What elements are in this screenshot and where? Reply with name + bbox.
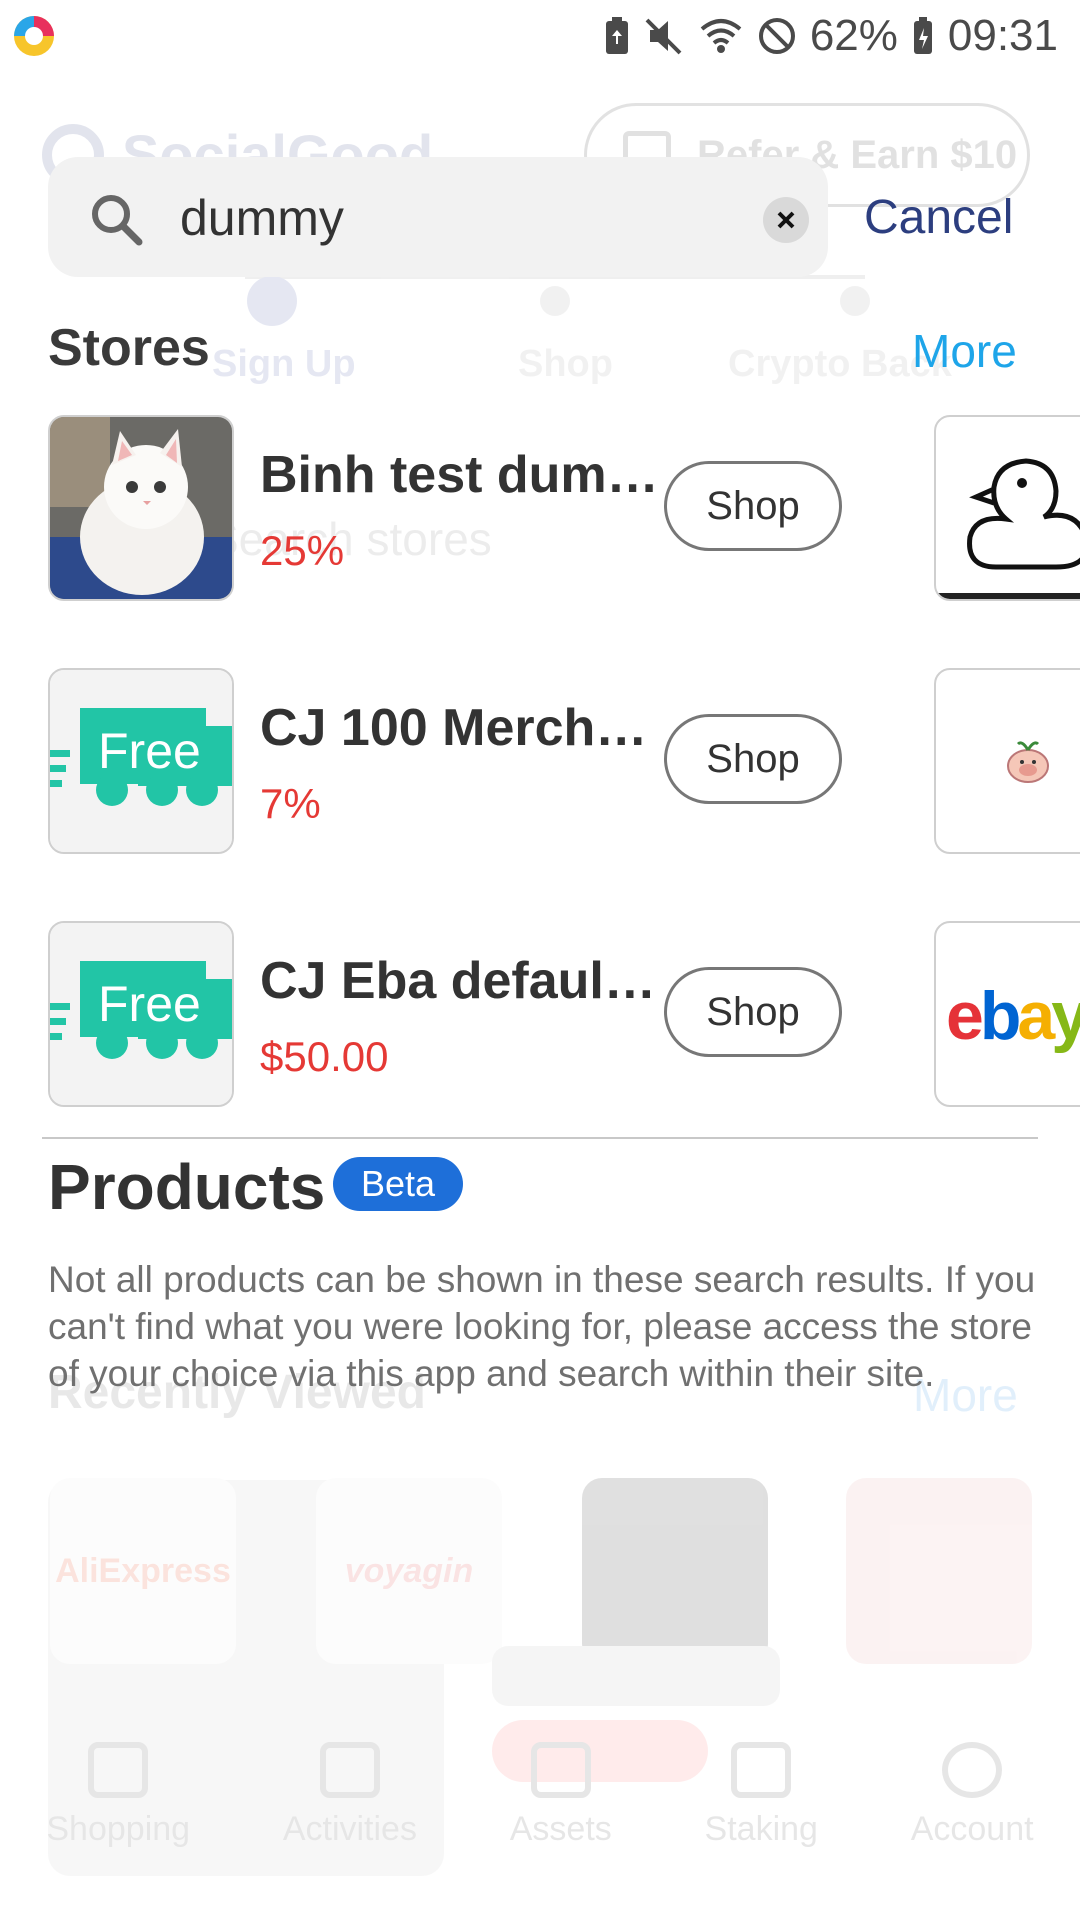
section-divider — [42, 1137, 1038, 1139]
background-skeleton — [492, 1646, 780, 1706]
background-step-label: Shop — [518, 343, 613, 385]
background-nav-label: Assets — [509, 1810, 612, 1848]
do-not-disturb-icon — [758, 18, 795, 54]
status-icons: 62% 09:31 — [604, 8, 1058, 64]
app-notification-icon — [14, 16, 54, 56]
background-tile-logo — [582, 1478, 768, 1664]
store-thumbnail-free-shipping[interactable]: Free — [48, 921, 234, 1107]
battery-percent: 62% — [809, 11, 898, 60]
background-nav-item: Staking — [705, 1742, 818, 1882]
free-logo-text: Free — [98, 976, 201, 1032]
store-cashback-rate: 7% — [260, 780, 321, 827]
stores-heading: Stores — [48, 319, 210, 377]
background-bottom-nav: Shopping Activities Assets Staking Accou… — [0, 1742, 1080, 1882]
svg-text:ebay: ebay — [946, 978, 1080, 1054]
free-shipping-truck-icon: Free — [50, 923, 232, 1105]
store-cashback-rate: $50.00 — [260, 1033, 389, 1080]
search-icon — [92, 195, 143, 246]
store-row[interactable]: Free CJ 100 Merch… 7% Shop — [48, 668, 1080, 854]
store-thumbnail-pig[interactable] — [934, 668, 1080, 854]
store-thumbnail-free-shipping[interactable]: Free — [48, 668, 234, 854]
assets-icon — [530, 1742, 591, 1798]
search-input[interactable]: dummy — [180, 189, 344, 247]
status-bar: 62% 09:31 — [0, 0, 1080, 72]
free-shipping-truck-icon: Free — [50, 670, 232, 852]
background-nav-item: Assets — [510, 1742, 612, 1882]
free-logo-text: Free — [98, 723, 201, 779]
stores-more-link[interactable]: More — [912, 324, 1017, 378]
background-nav-label: Activities — [282, 1810, 417, 1848]
wifi-icon — [700, 19, 742, 53]
store-name[interactable]: CJ 100 Merch… — [260, 698, 680, 758]
cat-photo-image — [50, 417, 232, 599]
background-tile-image — [846, 1478, 1032, 1664]
cart-icon — [88, 1742, 149, 1798]
activities-icon — [319, 1742, 380, 1798]
ebay-logo-icon: ebay — [946, 978, 1080, 1054]
background-tile-aliexpress: AliExpress — [50, 1478, 236, 1664]
products-heading: Products — [48, 1151, 326, 1223]
shop-button[interactable]: Shop — [664, 967, 842, 1057]
background-nav-label: Staking — [704, 1810, 818, 1848]
store-row[interactable]: Binh test dum… 25% Shop — [48, 415, 1080, 601]
store-thumbnail-duck[interactable] — [934, 415, 1080, 601]
duck-logo-icon — [936, 458, 1080, 599]
shop-button[interactable]: Shop — [664, 714, 842, 804]
step-dot — [840, 286, 870, 316]
close-icon — [777, 211, 795, 229]
background-nav-item: Shopping — [46, 1742, 190, 1882]
background-nav-label: Account — [910, 1810, 1034, 1848]
step-user-icon — [247, 276, 297, 326]
search-field[interactable]: dummy — [48, 157, 828, 277]
clock: 09:31 — [947, 11, 1058, 60]
pig-logo-icon — [1007, 741, 1049, 783]
cancel-button[interactable]: Cancel — [864, 190, 1013, 245]
background-step-label: Sign Up — [212, 343, 356, 385]
store-row[interactable]: Free CJ Eba defaul… $50.00 Shop ebay — [48, 921, 1080, 1107]
store-name[interactable]: CJ Eba defaul… — [260, 951, 680, 1011]
step-dot — [540, 286, 570, 316]
shop-button[interactable]: Shop — [664, 461, 842, 551]
clear-search-button[interactable] — [763, 197, 809, 243]
background-nav-item: Activities — [283, 1742, 417, 1882]
wallet-icon — [731, 1742, 792, 1798]
account-icon — [942, 1742, 1003, 1798]
store-cashback-rate: 25% — [260, 527, 345, 574]
store-name[interactable]: Binh test dum… — [260, 445, 680, 505]
mute-icon — [645, 18, 682, 55]
beta-badge: Beta — [333, 1157, 463, 1211]
background-nav-label: Shopping — [46, 1810, 191, 1848]
background-tile-voyagin: voyagin — [316, 1478, 502, 1664]
products-note: Not all products can be shown in these s… — [48, 1259, 1036, 1394]
ebay-letter-y: y — [1051, 978, 1080, 1054]
ebay-letter-e: e — [946, 978, 982, 1054]
store-thumbnail-ebay[interactable]: ebay — [934, 921, 1080, 1107]
battery-saver-icon — [605, 17, 628, 54]
ebay-letter-b: b — [980, 978, 1019, 1054]
background-nav-item: Account — [911, 1742, 1034, 1882]
battery-icon — [913, 17, 932, 54]
store-thumbnail-cat[interactable] — [48, 415, 234, 601]
